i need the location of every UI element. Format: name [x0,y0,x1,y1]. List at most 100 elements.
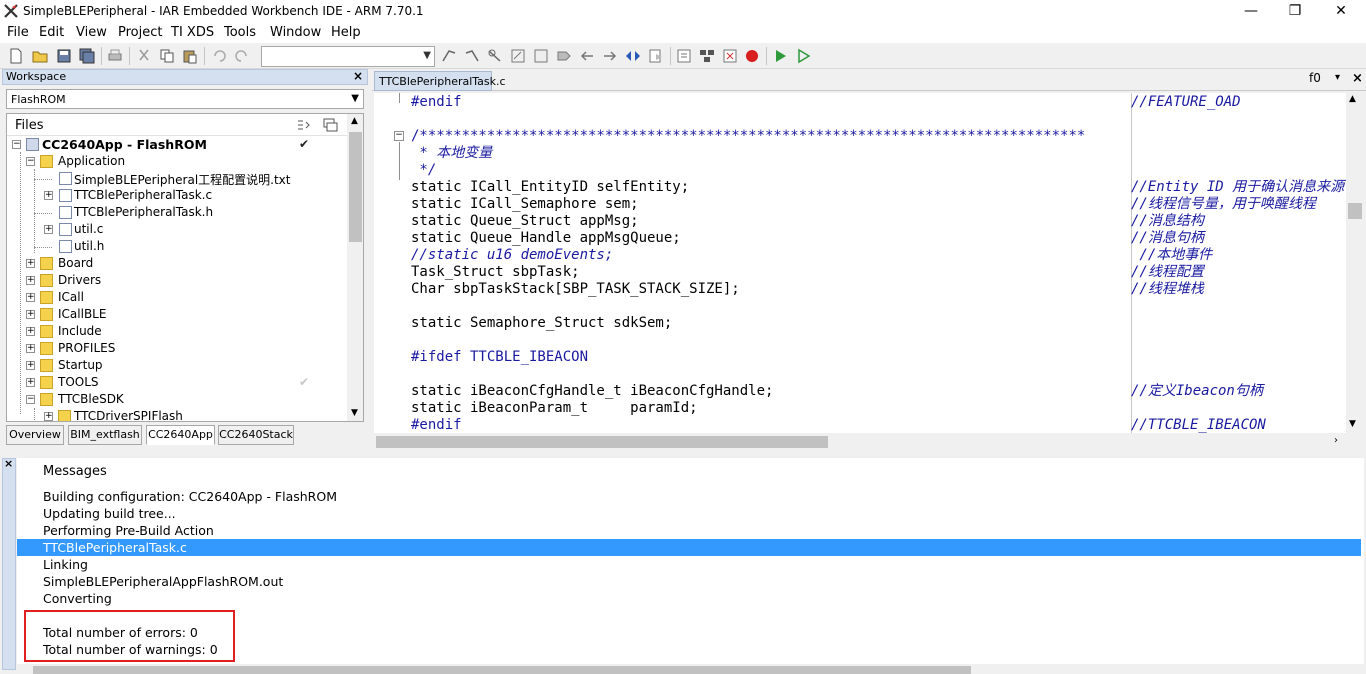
make-status-column-icon[interactable] [295,117,313,133]
scroll-thumb[interactable] [1348,203,1362,219]
expand-icon[interactable]: + [26,310,35,319]
message-line[interactable]: Converting [17,590,1361,607]
function-navigator[interactable]: f0 [1309,71,1321,85]
bookmark-icon[interactable] [555,47,573,65]
scroll-up-icon[interactable]: ▲ [351,116,358,126]
close-editor-icon[interactable]: × [1352,71,1363,86]
scroll-thumb[interactable] [349,132,362,242]
new-file-icon[interactable] [7,47,25,65]
open-folder-icon[interactable] [31,47,49,65]
fold-marker-icon[interactable]: − [394,131,404,141]
find-next-icon[interactable] [440,47,458,65]
expand-icon[interactable]: + [26,259,35,268]
chevron-down-icon[interactable]: ▾ [1335,72,1340,83]
tree-node-readme-txt[interactable]: SimpleBLEPeripheral工程配置说明.txt [7,171,347,188]
editor-horizontal-scrollbar[interactable]: › [374,433,1348,451]
message-line-selected[interactable]: TTCBlePeripheralTask.c [17,539,1361,556]
tree-node-task-h[interactable]: TTCBlePeripheralTask.h [7,205,347,222]
menu-tools[interactable]: Tools [224,25,256,40]
minimize-button[interactable]: — [1228,0,1274,23]
menu-project[interactable]: Project [118,25,162,40]
menu-view[interactable]: View [76,25,107,40]
workspace-close-icon[interactable]: × [353,69,363,83]
expand-icon[interactable]: + [26,344,35,353]
tree-node-include[interactable]: + Include [7,324,347,341]
find-in-files-icon[interactable] [486,47,504,65]
collapse-icon[interactable]: − [26,395,35,404]
message-line[interactable]: Performing Pre-Build Action [17,522,1361,539]
tree-node-tools[interactable]: + TOOLS ✔ [7,375,347,392]
browse-icon[interactable] [624,47,642,65]
expand-icon[interactable]: + [26,378,35,387]
configuration-select[interactable]: FlashROM ▼ [6,89,364,109]
tree-node-application[interactable]: − Application [7,154,347,171]
expand-icon[interactable]: + [26,361,35,370]
expand-icon[interactable]: + [44,225,53,234]
tab-overview[interactable]: Overview [6,425,64,445]
menu-window[interactable]: Window [270,25,321,40]
paste-icon[interactable] [181,47,199,65]
message-line[interactable]: SimpleBLEPeripheralAppFlashROM.out [17,573,1361,590]
tab-cc2640app[interactable]: CC2640App [146,425,215,445]
stop-build-icon[interactable] [721,47,739,65]
scroll-down-icon[interactable]: ▼ [1349,419,1356,429]
tree-node-startup[interactable]: + Startup [7,358,347,375]
expand-icon[interactable]: + [26,327,35,336]
editor-tab-file[interactable]: TTCBlePeripheralTask.c [374,71,506,91]
nav-forward-icon[interactable] [601,47,619,65]
save-all-icon[interactable] [78,47,96,65]
nav-back-icon[interactable] [578,47,596,65]
menu-edit[interactable]: Edit [39,25,64,40]
scroll-up-icon[interactable]: ▲ [1349,94,1356,104]
message-line[interactable]: Linking [17,556,1361,573]
scroll-right-icon[interactable]: › [1334,435,1338,446]
find-prev-icon[interactable] [463,47,481,65]
tree-node-ttcdriverspiflash[interactable]: + TTCDriverSPIFlash [7,409,347,421]
tree-node-project[interactable]: − CC2640App - FlashROM ✔ [7,137,347,154]
options-column-icon[interactable] [321,117,339,133]
redo-icon[interactable] [233,47,251,65]
collapse-icon[interactable]: − [26,157,35,166]
print-icon[interactable] [106,47,124,65]
expand-icon[interactable]: + [26,276,35,285]
goto-icon[interactable] [532,47,550,65]
tree-node-profiles[interactable]: + PROFILES [7,341,347,358]
save-icon[interactable] [55,47,73,65]
close-window-button[interactable]: ✕ [1318,0,1364,23]
toggle-bookmark-icon[interactable] [647,47,665,65]
tree-node-util-h[interactable]: util.h [7,239,347,256]
copy-icon[interactable] [158,47,176,65]
expand-icon[interactable]: + [26,293,35,302]
compile-icon[interactable] [675,47,693,65]
message-line[interactable]: Building configuration: CC2640App - Flas… [17,488,1361,505]
find-combo[interactable]: ▼ [261,46,435,67]
tree-node-util-c[interactable]: + util.c [7,222,347,239]
menu-ti-xds[interactable]: TI XDS [171,25,214,40]
code-area[interactable]: − #endif /******************************… [374,93,1348,433]
make-icon[interactable] [698,47,716,65]
collapse-icon[interactable]: − [12,140,21,149]
expand-icon[interactable]: + [44,191,53,200]
message-line[interactable]: Updating build tree... [17,505,1361,522]
breakpoint-icon[interactable] [743,47,761,65]
restore-button[interactable]: ❐ [1272,0,1318,23]
scroll-down-icon[interactable]: ▼ [351,408,358,418]
menu-file[interactable]: File [7,25,29,40]
tree-node-drivers[interactable]: + Drivers [7,273,347,290]
tree-node-icallble[interactable]: + ICallBLE [7,307,347,324]
expand-icon[interactable]: + [44,412,53,421]
messages-list[interactable]: Messages Building configuration: CC2640A… [17,458,1364,664]
tree-node-icall[interactable]: + ICall [7,290,347,307]
tree-node-board[interactable]: + Board [7,256,347,273]
messages-horizontal-scrollbar[interactable] [17,664,1364,674]
tree-node-task-c[interactable]: + TTCBlePeripheralTask.c [7,188,347,205]
editor-vertical-scrollbar[interactable]: ▲ ▼ [1346,93,1364,433]
undo-icon[interactable] [210,47,228,65]
download-debug-icon[interactable] [771,47,789,65]
close-messages-icon[interactable]: × [4,457,13,470]
cut-icon[interactable] [135,47,153,65]
menu-help[interactable]: Help [331,25,361,40]
tree-scrollbar[interactable]: ▲ ▼ [347,114,363,421]
tree-node-ttcblesdk[interactable]: − TTCBleSDK [7,392,347,409]
debug-without-download-icon[interactable] [794,47,812,65]
